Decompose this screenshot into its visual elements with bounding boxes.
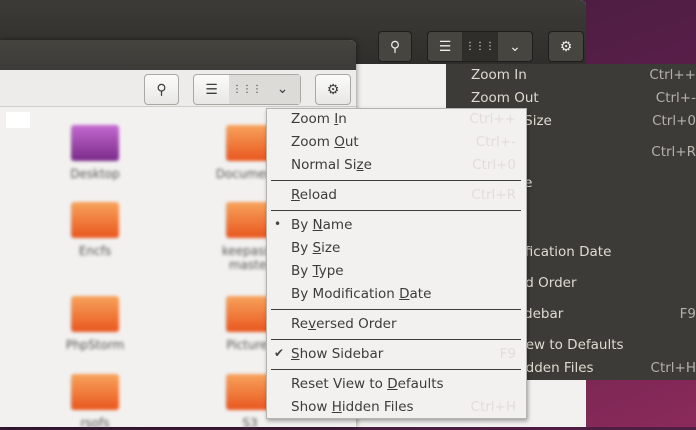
separator [271, 339, 521, 340]
list-view-icon[interactable]: ☰ [194, 82, 229, 98]
menu-label: By Type [291, 263, 344, 279]
menu-label: Show Hidden Files [291, 399, 414, 415]
separator [271, 309, 521, 310]
gear-icon: ⚙ [326, 81, 340, 98]
shortcut: Ctrl+- [475, 134, 516, 150]
menu-item-by-size[interactable]: By Size [267, 238, 526, 260]
chevron-down-icon[interactable]: ⌄ [498, 39, 532, 55]
chevron-down-icon[interactable]: ⌄ [265, 75, 300, 104]
dark-menu-item[interactable]: Zoom In [471, 67, 527, 83]
gear-button[interactable]: ⚙ [315, 74, 351, 105]
menu-item-zoom-in[interactable]: Zoom In Ctrl++ [267, 109, 526, 131]
menu-item-reset-view[interactable]: Reset View to Defaults [267, 374, 526, 396]
grid-view-icon[interactable]: ⋮⋮⋮ [462, 32, 498, 61]
menu-item-reversed-order[interactable]: Reversed Order [267, 314, 526, 336]
checkmark-icon: ✔ [274, 346, 285, 360]
file-item[interactable]: Encfs [50, 202, 140, 258]
menu-item-by-name[interactable]: • By Name [267, 215, 526, 237]
menu-item-show-hidden-files[interactable]: Show Hidden Files Ctrl+H [267, 397, 526, 419]
dark-menu-shortcut: F9 [679, 306, 696, 322]
menu-label: Zoom In [291, 111, 347, 127]
search-button[interactable]: ⚲ [378, 31, 412, 62]
menu-label: By Name [291, 217, 353, 233]
file-label: Encfs [78, 244, 112, 258]
menu-label: By Modification Date [291, 286, 432, 302]
location-entry[interactable] [6, 112, 30, 128]
menu-item-reload[interactable]: Reload Ctrl+R [267, 185, 526, 207]
menu-label: Normal Size [291, 157, 372, 173]
search-button[interactable]: ⚲ [144, 74, 179, 105]
file-label: PhpStorm [65, 338, 125, 352]
file-item[interactable]: Desktop [50, 125, 140, 181]
menu-label: Reversed Order [291, 316, 397, 332]
dark-menu-shortcut: Ctrl+0 [652, 113, 696, 129]
dark-menu-shortcut: Ctrl++ [649, 67, 696, 83]
shortcut: Ctrl++ [469, 111, 516, 127]
menu-label: By Size [291, 240, 341, 256]
menu-item-by-type[interactable]: By Type [267, 261, 526, 283]
menu-label: Reload [291, 187, 337, 203]
menu-label: Reset View to Defaults [291, 376, 444, 392]
dark-menu-item[interactable]: Zoom Out [471, 90, 539, 106]
view-toggle[interactable]: ☰ ⋮⋮⋮ ⌄ [193, 74, 301, 105]
separator [271, 210, 521, 211]
file-label: Desktop [70, 167, 120, 181]
dark-menu-shortcut: Ctrl+H [650, 360, 696, 376]
folder-icon [71, 374, 119, 410]
menu-item-zoom-out[interactable]: Zoom Out Ctrl+- [267, 132, 526, 154]
folder-icon [71, 296, 119, 332]
menu-item-by-modification-date[interactable]: By Modification Date [267, 284, 526, 306]
gear-button[interactable]: ⚙ [548, 31, 584, 62]
search-icon: ⚲ [156, 81, 167, 98]
radio-bullet-icon: • [274, 217, 282, 231]
list-view-icon[interactable]: ☰ [428, 39, 462, 55]
separator [271, 369, 521, 370]
view-options-menu: Zoom In Ctrl++ Zoom Out Ctrl+- Normal Size… [266, 108, 527, 419]
grid-view-icon[interactable]: ⋮⋮⋮ [229, 75, 265, 104]
view-toggle[interactable]: ☰ ⋮⋮⋮ ⌄ [427, 31, 533, 62]
dark-menu-shortcut: Ctrl+- [655, 90, 696, 106]
menu-item-normal-size[interactable]: Normal Size Ctrl+0 [267, 155, 526, 177]
shortcut: Ctrl+R [471, 187, 516, 203]
shortcut: F9 [499, 346, 516, 362]
file-label: S3 [242, 416, 258, 430]
menu-item-show-sidebar[interactable]: ✔ Show Sidebar F9 [267, 344, 526, 366]
file-item[interactable]: rsofs [50, 374, 140, 430]
menu-label: Show Sidebar [291, 346, 384, 362]
shortcut: Ctrl+H [470, 399, 516, 415]
front-window-titlebar [0, 40, 356, 70]
search-icon: ⚲ [389, 38, 401, 55]
dark-menu-shortcut: Ctrl+R [651, 144, 696, 160]
separator [271, 180, 521, 181]
file-label: rsofs [80, 416, 110, 430]
file-item[interactable]: PhpStorm [50, 296, 140, 352]
menu-label: Zoom Out [291, 134, 359, 150]
gear-icon: ⚙ [559, 38, 573, 55]
desktop-folder-icon [71, 125, 119, 161]
folder-icon [71, 202, 119, 238]
shortcut: Ctrl+0 [472, 157, 516, 173]
